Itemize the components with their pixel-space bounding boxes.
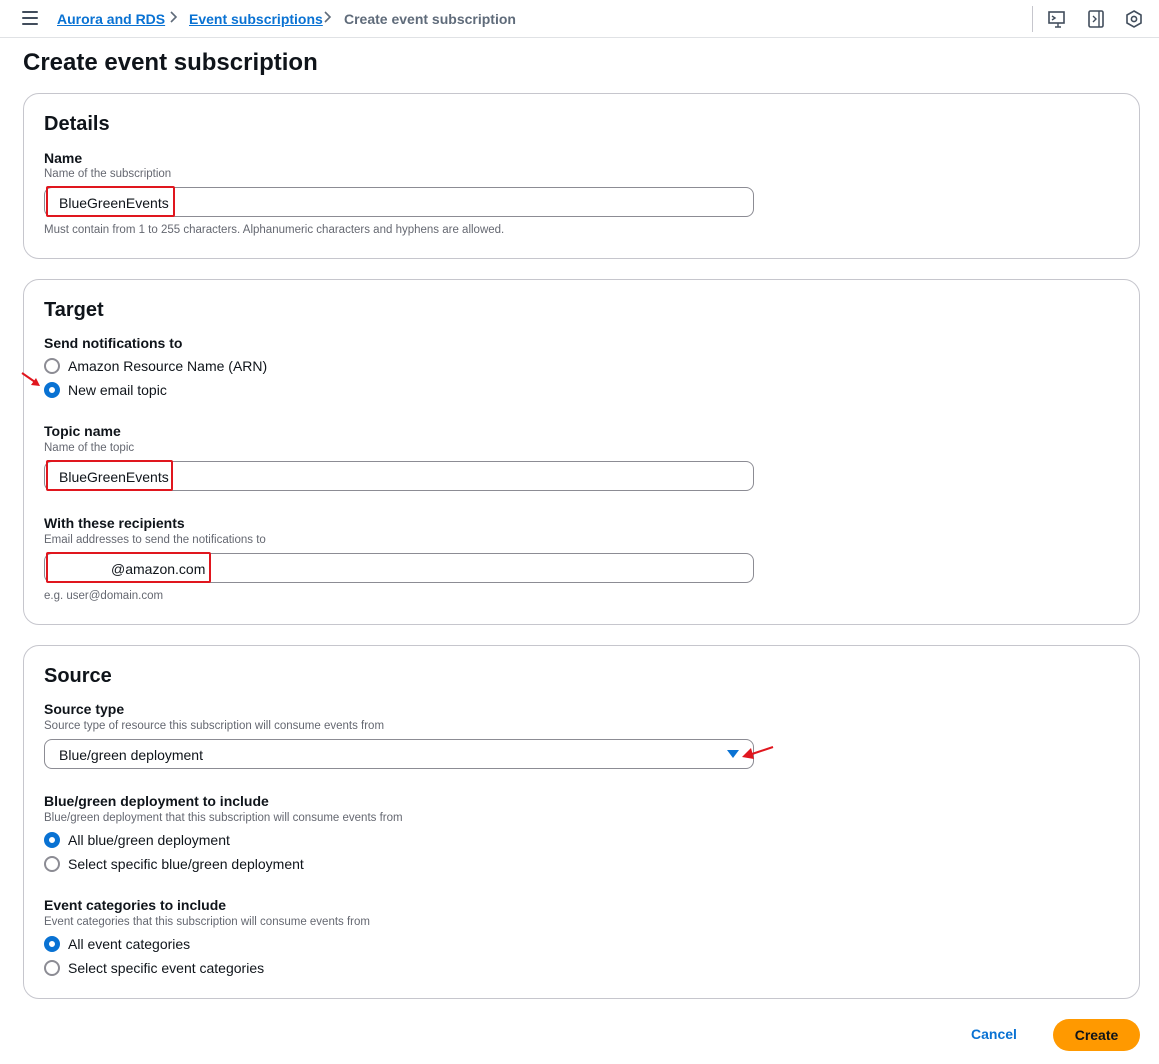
radio-arn-label: Amazon Resource Name (ARN) [68, 358, 268, 374]
event-categories-label: Event categories to include [44, 897, 227, 913]
settings-hex-icon[interactable] [1124, 9, 1144, 29]
radio-arn[interactable]: Amazon Resource Name (ARN) [44, 356, 267, 376]
recipients-example-hint: e.g. user@domain.com [44, 590, 164, 602]
cancel-button[interactable]: Cancel [971, 1024, 1017, 1044]
radio-all-event-categories-label: All event categories [68, 936, 191, 952]
details-heading: Details [44, 113, 110, 135]
name-input-value: BlueGreenEvents [59, 195, 169, 211]
send-notifications-label: Send notifications to [44, 335, 183, 351]
create-button[interactable]: Create [1053, 1019, 1140, 1051]
radio-all-blue-green[interactable]: All blue/green deployment [44, 830, 230, 850]
radio-button[interactable] [44, 358, 60, 374]
topic-name-input-value: BlueGreenEvents [59, 469, 169, 485]
recipients-description: Email addresses to send the notification… [44, 534, 266, 546]
source-heading: Source [44, 665, 112, 687]
target-heading: Target [44, 299, 104, 321]
details-panel: Details Name Name of the subscription Bl… [23, 93, 1140, 259]
radio-specific-blue-green-label: Select specific blue/green deployment [68, 856, 304, 872]
radio-button[interactable] [44, 856, 60, 872]
blue-green-include-description: Blue/green deployment that this subscrip… [44, 812, 403, 824]
radio-button[interactable] [44, 960, 60, 976]
chevron-right-icon [169, 9, 179, 29]
recipients-label: With these recipients [44, 515, 185, 531]
source-type-selected-value: Blue/green deployment [59, 747, 203, 763]
radio-button-selected[interactable] [44, 832, 60, 848]
side-panel-icon[interactable] [1086, 9, 1106, 29]
topic-name-label: Topic name [44, 423, 121, 439]
radio-all-blue-green-label: All blue/green deployment [68, 832, 230, 848]
name-label: Name [44, 150, 83, 166]
breadcrumb-current: Create event subscription [344, 11, 516, 27]
target-panel: Target Send notifications to Amazon Reso… [23, 279, 1140, 625]
radio-button-selected[interactable] [44, 936, 60, 952]
source-type-select[interactable]: Blue/green deployment [44, 739, 754, 769]
blue-green-include-label: Blue/green deployment to include [44, 793, 269, 809]
radio-button-selected[interactable] [44, 382, 60, 398]
annotation-arrow [742, 746, 774, 759]
page-title: Create event subscription [23, 49, 318, 76]
event-categories-description: Event categories that this subscription … [44, 916, 370, 928]
source-type-description: Source type of resource this subscriptio… [44, 720, 385, 732]
breadcrumb-event-subscriptions[interactable]: Event subscriptions [189, 10, 323, 28]
name-constraint-hint: Must contain from 1 to 255 characters. A… [44, 224, 505, 236]
name-input[interactable]: BlueGreenEvents [44, 187, 754, 217]
cloudshell-icon[interactable] [1047, 9, 1067, 29]
radio-specific-event-categories[interactable]: Select specific event categories [44, 958, 264, 978]
recipients-input-value: @amazon.com [111, 561, 206, 577]
topic-name-description: Name of the topic [44, 442, 135, 454]
radio-all-event-categories[interactable]: All event categories [44, 934, 190, 954]
breadcrumb-aurora-and-rds[interactable]: Aurora and RDS [57, 10, 165, 28]
top-navigation-bar: Aurora and RDS Event subscriptions Creat… [0, 0, 1159, 38]
name-description: Name of the subscription [44, 168, 172, 180]
radio-specific-event-categories-label: Select specific event categories [68, 960, 265, 976]
radio-new-email-topic[interactable]: New email topic [44, 380, 167, 400]
toolbar-divider [1032, 6, 1033, 32]
recipients-input[interactable]: @amazon.com [44, 553, 754, 583]
chevron-right-icon [323, 9, 333, 29]
menu-icon[interactable] [22, 11, 38, 25]
source-type-label: Source type [44, 701, 125, 717]
topic-name-input[interactable]: BlueGreenEvents [44, 461, 754, 491]
annotation-arrow [21, 372, 40, 386]
radio-specific-blue-green[interactable]: Select specific blue/green deployment [44, 854, 304, 874]
radio-new-email-topic-label: New email topic [68, 382, 167, 398]
source-panel: Source Source type Source type of resour… [23, 645, 1140, 999]
